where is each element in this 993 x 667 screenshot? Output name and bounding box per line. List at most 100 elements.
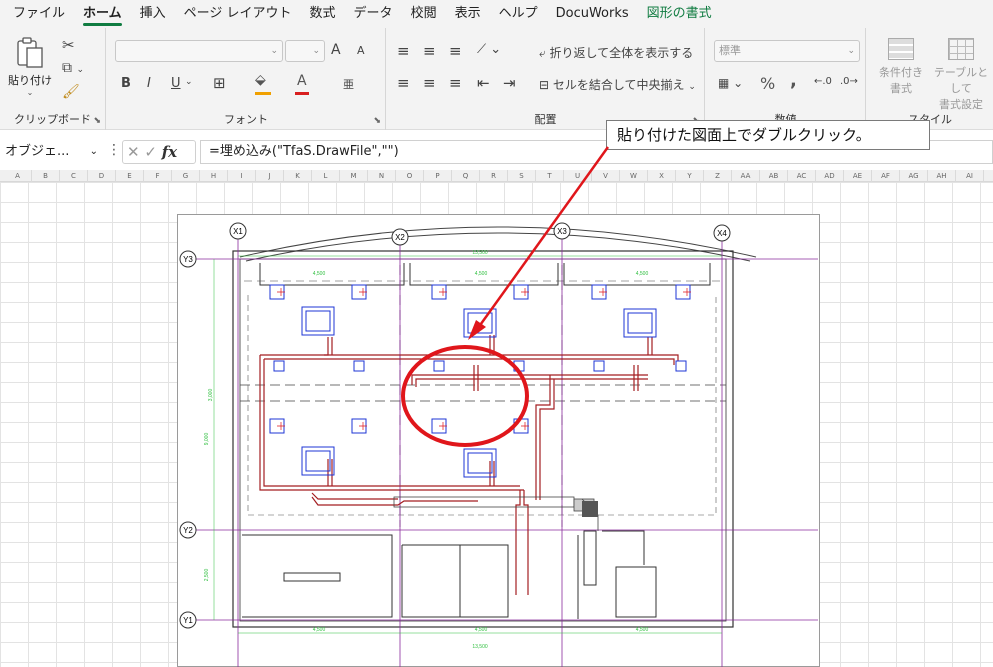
column-header[interactable]: AC: [788, 170, 816, 182]
annotation-callout: 貼り付けた図面上でダブルクリック。: [606, 120, 930, 150]
column-header[interactable]: E: [116, 170, 144, 182]
column-header[interactable]: AG: [900, 170, 928, 182]
column-header[interactable]: A: [4, 170, 32, 182]
underline-button[interactable]: U: [171, 76, 181, 91]
insert-function-icon[interactable]: fx: [162, 143, 177, 161]
cancel-icon[interactable]: ✕: [127, 143, 140, 161]
column-header[interactable]: Z: [704, 170, 732, 182]
conditional-format-button[interactable]: 条件付き 書式: [871, 38, 931, 96]
ribbon-tabs: ファイル ホーム 挿入 ページ レイアウト 数式 データ 校閲 表示 ヘルプ DocuWorks 図…: [0, 0, 993, 28]
paste-label: 貼り付け: [8, 74, 52, 87]
align-center-icon[interactable]: ≡: [423, 74, 436, 92]
column-header[interactable]: AD: [816, 170, 844, 182]
shrink-font-button[interactable]: A: [357, 44, 365, 57]
embedded-drawing-object[interactable]: X1 X2 X3 X4 Y3 Y2 Y1 13,500 4,500 4,500 …: [177, 214, 820, 667]
font-launcher-icon[interactable]: ⬊: [373, 116, 381, 126]
wrap-text-button[interactable]: ⤶ 折り返して全体を表示する: [539, 44, 693, 61]
column-header[interactable]: N: [368, 170, 396, 182]
increase-decimal-icon[interactable]: ←.0: [814, 76, 832, 87]
font-size-combo[interactable]: ⌄: [285, 40, 325, 62]
column-header[interactable]: R: [480, 170, 508, 182]
align-bottom-icon[interactable]: ≡: [449, 42, 462, 60]
paste-dropdown-icon[interactable]: ⌄: [8, 88, 52, 97]
column-header[interactable]: H: [200, 170, 228, 182]
copy-icon[interactable]: ⧉ ⌄: [62, 60, 84, 76]
column-header[interactable]: B: [32, 170, 60, 182]
number-format-combo[interactable]: 標準 ⌄: [714, 40, 860, 62]
column-header[interactable]: J: [256, 170, 284, 182]
font-name-combo[interactable]: ⌄: [115, 40, 283, 62]
tab-9[interactable]: DocuWorks: [547, 0, 638, 28]
tab-7[interactable]: 表示: [446, 0, 490, 28]
column-header[interactable]: AF: [872, 170, 900, 182]
percent-button[interactable]: %: [760, 74, 775, 93]
column-header[interactable]: S: [508, 170, 536, 182]
comma-button[interactable]: ,: [790, 70, 797, 91]
fill-color-icon[interactable]: ⬙: [255, 72, 266, 88]
paste-button[interactable]: 貼り付け ⌄: [8, 34, 52, 100]
bold-button[interactable]: B: [121, 76, 131, 91]
phonetic-button[interactable]: 亜: [343, 76, 354, 92]
column-header[interactable]: AA: [732, 170, 760, 182]
column-header[interactable]: AB: [760, 170, 788, 182]
column-header[interactable]: X: [648, 170, 676, 182]
increase-indent-icon[interactable]: ⇥: [503, 74, 516, 92]
column-header[interactable]: D: [88, 170, 116, 182]
font-color-button[interactable]: A: [297, 73, 307, 89]
tab-10[interactable]: 図形の書式: [638, 0, 721, 28]
align-left-icon[interactable]: ≡: [397, 74, 410, 92]
column-header[interactable]: M: [340, 170, 368, 182]
hvac-floor-plan: X1 X2 X3 X4 Y3 Y2 Y1 13,500 4,500 4,500 …: [179, 222, 818, 667]
name-box[interactable]: オブジェ... ⌄: [2, 140, 102, 164]
grow-font-button[interactable]: A: [331, 42, 341, 58]
align-top-icon[interactable]: ≡: [397, 42, 410, 60]
tab-8[interactable]: ヘルプ: [490, 0, 547, 28]
tab-5[interactable]: データ: [345, 0, 402, 28]
column-header[interactable]: V: [592, 170, 620, 182]
column-header[interactable]: K: [284, 170, 312, 182]
format-as-table-button[interactable]: テーブルとして 書式設定: [929, 38, 993, 112]
orientation-icon[interactable]: ⟋ ⌄: [477, 42, 501, 57]
tab-6[interactable]: 校閲: [402, 0, 446, 28]
column-header[interactable]: G: [172, 170, 200, 182]
align-middle-icon[interactable]: ≡: [423, 42, 436, 60]
format-as-table-label-2: 書式設定: [939, 98, 983, 111]
column-header[interactable]: C: [60, 170, 88, 182]
merge-center-button[interactable]: ⊟ セルを結合して中央揃え ⌄: [539, 76, 696, 93]
format-painter-icon[interactable]: 🖌: [62, 84, 80, 100]
tab-2[interactable]: 挿入: [131, 0, 175, 28]
accounting-format-icon[interactable]: ▦ ⌄: [718, 76, 743, 90]
italic-button[interactable]: I: [147, 76, 151, 91]
border-icon[interactable]: ⊞: [213, 74, 226, 92]
column-header[interactable]: I: [228, 170, 256, 182]
cut-icon[interactable]: ✂: [62, 36, 75, 54]
dim-top-total: 13,500: [472, 250, 488, 256]
column-header[interactable]: P: [424, 170, 452, 182]
tab-0[interactable]: ファイル: [4, 0, 74, 28]
column-header[interactable]: W: [620, 170, 648, 182]
column-header[interactable]: AI: [956, 170, 984, 182]
tab-3[interactable]: ページ レイアウト: [175, 0, 301, 28]
tab-1[interactable]: ホーム: [74, 0, 131, 28]
decrease-indent-icon[interactable]: ⇤: [477, 74, 490, 92]
enter-icon[interactable]: ✓: [144, 143, 157, 161]
column-header[interactable]: U: [564, 170, 592, 182]
ac-units: [301, 306, 657, 478]
grid-label-y2: Y2: [183, 526, 193, 535]
decrease-decimal-icon[interactable]: .0→: [840, 76, 858, 87]
column-header[interactable]: Y: [676, 170, 704, 182]
clipboard-launcher-icon[interactable]: ⬊: [93, 116, 101, 126]
grid-bubble-y3: Y3: [179, 250, 197, 268]
name-box-dropdown-icon[interactable]: ⌄: [90, 140, 98, 164]
align-right-icon[interactable]: ≡: [449, 74, 462, 92]
column-header[interactable]: L: [312, 170, 340, 182]
column-header[interactable]: O: [396, 170, 424, 182]
column-header[interactable]: T: [536, 170, 564, 182]
column-header[interactable]: F: [144, 170, 172, 182]
tab-4[interactable]: 数式: [301, 0, 345, 28]
underline-dropdown-icon[interactable]: ⌄: [185, 77, 193, 87]
column-header[interactable]: AE: [844, 170, 872, 182]
column-header[interactable]: AH: [928, 170, 956, 182]
grid-bubble-x4: X4: [713, 224, 731, 242]
column-header[interactable]: Q: [452, 170, 480, 182]
